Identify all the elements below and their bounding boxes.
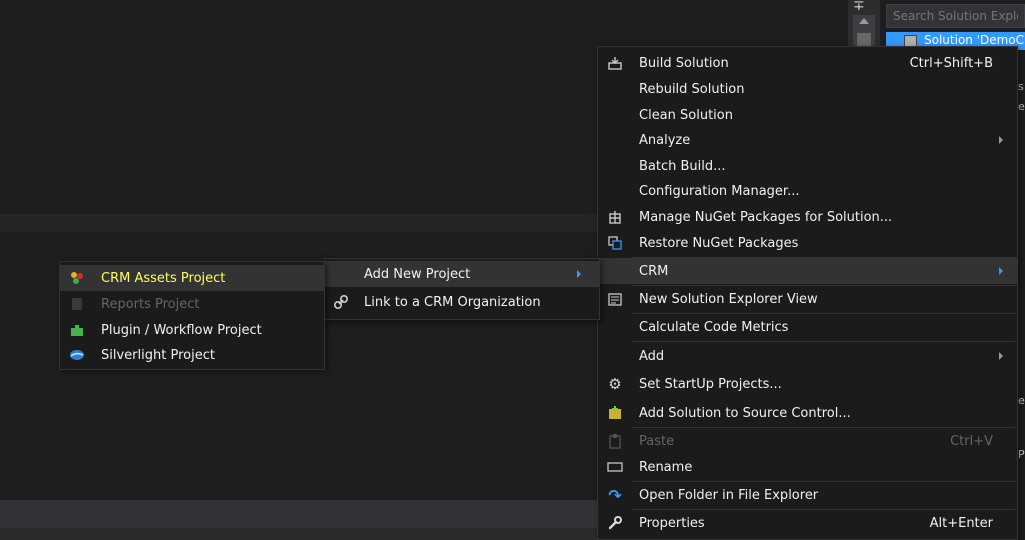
chevron-right-icon bbox=[577, 270, 581, 278]
menu-item-label: CRM bbox=[639, 263, 669, 279]
rename-icon bbox=[607, 459, 623, 475]
menu-item-label: Link to a CRM Organization bbox=[364, 294, 541, 310]
menu-item-crm-assets-project[interactable]: CRM Assets Project bbox=[60, 265, 324, 291]
menu-item-build-solution[interactable]: Build Solution Ctrl+Shift+B bbox=[598, 50, 1017, 76]
pin-icon[interactable]: ∓ bbox=[853, 0, 865, 14]
shortcut-label: Ctrl+V bbox=[950, 433, 993, 449]
menu-item-label: Reports Project bbox=[101, 296, 200, 312]
menu-item-label: Calculate Code Metrics bbox=[639, 319, 789, 335]
menu-item-properties[interactable]: Properties Alt+Enter bbox=[598, 510, 1017, 536]
menu-item-label: Open Folder in File Explorer bbox=[639, 487, 819, 503]
menu-item-clean-solution[interactable]: Clean Solution bbox=[598, 102, 1017, 128]
menu-item-label: Rebuild Solution bbox=[639, 81, 745, 97]
menu-item-manage-nuget[interactable]: Manage NuGet Packages for Solution... bbox=[598, 204, 1017, 230]
menu-item-label: Batch Build... bbox=[639, 158, 726, 174]
menu-item-label: Configuration Manager... bbox=[639, 183, 800, 199]
menu-item-set-startup-projects[interactable]: ⚙ Set StartUp Projects... bbox=[598, 371, 1017, 397]
restore-icon bbox=[607, 235, 623, 251]
menu-item-crm[interactable]: CRM bbox=[598, 258, 1017, 284]
menu-item-rebuild-solution[interactable]: Rebuild Solution bbox=[598, 76, 1017, 102]
solution-explorer-search-input[interactable] bbox=[886, 4, 1025, 28]
menu-item-restore-nuget[interactable]: Restore NuGet Packages bbox=[598, 230, 1017, 256]
menu-item-label: Add New Project bbox=[364, 266, 471, 282]
wrench-icon bbox=[607, 515, 623, 531]
open-folder-icon: ↷ bbox=[608, 485, 622, 505]
menu-item-reports-project[interactable]: Reports Project bbox=[60, 291, 324, 317]
source-control-icon bbox=[607, 405, 623, 421]
menu-item-label: Paste bbox=[639, 433, 675, 449]
menu-item-plugin-workflow-project[interactable]: Plugin / Workflow Project bbox=[60, 317, 324, 343]
menu-item-label: Restore NuGet Packages bbox=[639, 235, 799, 251]
menu-item-analyze[interactable]: Analyze bbox=[598, 127, 1017, 153]
menu-item-add-to-source-control[interactable]: Add Solution to Source Control... bbox=[598, 400, 1017, 426]
tree-text-fragment: ea bbox=[1018, 394, 1025, 407]
tree-text-fragment: e bbox=[1018, 100, 1025, 113]
new-view-icon bbox=[607, 291, 623, 307]
reports-icon bbox=[69, 296, 85, 312]
menu-item-link-crm-organization[interactable]: Link to a CRM Organization bbox=[325, 289, 599, 315]
menu-item-label: Properties bbox=[639, 515, 705, 531]
menu-item-label: Manage NuGet Packages for Solution... bbox=[639, 209, 893, 225]
menu-item-label: Add Solution to Source Control... bbox=[639, 405, 851, 421]
menu-item-paste[interactable]: Paste Ctrl+V bbox=[598, 428, 1017, 454]
menu-item-label: Add bbox=[639, 348, 665, 364]
crm-assets-icon bbox=[69, 270, 85, 286]
chevron-right-icon bbox=[999, 267, 1003, 275]
menu-item-new-solution-explorer-view[interactable]: New Solution Explorer View bbox=[598, 286, 1017, 312]
menu-item-batch-build[interactable]: Batch Build... bbox=[598, 153, 1017, 179]
menu-item-rename[interactable]: Rename bbox=[598, 454, 1017, 480]
silverlight-icon bbox=[69, 347, 85, 363]
chevron-right-icon bbox=[999, 136, 1003, 144]
scroll-up-icon[interactable] bbox=[859, 18, 869, 24]
nuget-icon bbox=[607, 209, 623, 225]
tree-text-fragment: s bbox=[1018, 80, 1024, 93]
plugin-icon bbox=[69, 322, 85, 338]
menu-separator bbox=[632, 341, 1015, 342]
chevron-right-icon bbox=[999, 352, 1003, 360]
menu-item-configuration-manager[interactable]: Configuration Manager... bbox=[598, 178, 1017, 204]
menu-item-calculate-code-metrics[interactable]: Calculate Code Metrics bbox=[598, 314, 1017, 340]
menu-item-label: New Solution Explorer View bbox=[639, 291, 818, 307]
menu-item-add-new-project[interactable]: Add New Project bbox=[325, 261, 599, 287]
menu-item-open-folder[interactable]: ↷ Open Folder in File Explorer bbox=[598, 482, 1017, 508]
menu-item-label: Build Solution bbox=[639, 55, 729, 71]
shortcut-label: Ctrl+Shift+B bbox=[909, 55, 993, 71]
shortcut-label: Alt+Enter bbox=[929, 515, 993, 531]
link-icon bbox=[333, 294, 349, 310]
menu-item-add[interactable]: Add bbox=[598, 343, 1017, 369]
menu-item-label: Rename bbox=[639, 459, 693, 475]
menu-item-label: Silverlight Project bbox=[101, 347, 215, 363]
menu-item-label: CRM Assets Project bbox=[101, 270, 226, 286]
menu-item-silverlight-project[interactable]: Silverlight Project bbox=[60, 342, 324, 368]
paste-icon bbox=[607, 433, 623, 449]
gear-icon: ⚙ bbox=[608, 375, 622, 393]
tree-text-fragment: P bbox=[1018, 448, 1025, 461]
solution-node-label: Solution 'DemoC bbox=[924, 33, 1025, 47]
add-project-submenu: CRM Assets Project Reports Project Plugi… bbox=[59, 261, 325, 370]
build-icon bbox=[607, 55, 623, 71]
menu-item-label: Clean Solution bbox=[639, 107, 733, 123]
crm-submenu: Add New Project Link to a CRM Organizati… bbox=[324, 258, 600, 320]
solution-context-menu: Build Solution Ctrl+Shift+B Rebuild Solu… bbox=[597, 46, 1018, 540]
menu-item-label: Set StartUp Projects... bbox=[639, 376, 782, 392]
menu-item-label: Analyze bbox=[639, 132, 691, 148]
menu-item-label: Plugin / Workflow Project bbox=[101, 322, 262, 338]
